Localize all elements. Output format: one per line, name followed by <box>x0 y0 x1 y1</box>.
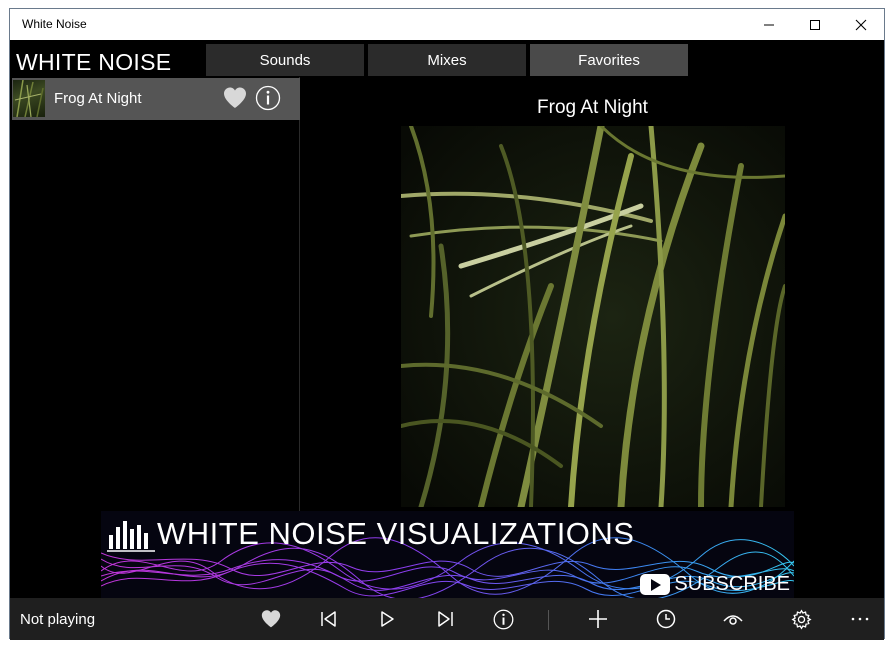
title-bar: White Noise <box>10 9 884 40</box>
previous-button[interactable] <box>309 598 349 640</box>
add-icon <box>589 610 607 628</box>
promo-banner[interactable]: WHITE NOISE VISUALIZATIONS SUBSCRIBE <box>101 511 794 598</box>
tab-sounds[interactable]: Sounds <box>206 44 364 76</box>
toolbar-divider <box>548 610 549 630</box>
skip-next-icon <box>438 611 453 627</box>
favorite-toggle[interactable] <box>222 86 248 115</box>
tab-favorites[interactable]: Favorites <box>530 44 688 76</box>
timer-button[interactable] <box>646 598 686 640</box>
close-button[interactable] <box>838 9 884 40</box>
settings-icon <box>790 608 812 630</box>
info-button[interactable] <box>255 85 281 116</box>
playback-status: Not playing <box>20 611 96 628</box>
heart-icon <box>224 87 246 108</box>
player-bar: Not playing <box>10 598 884 640</box>
maximize-icon <box>810 19 820 30</box>
minimize-icon <box>764 24 774 25</box>
settings-button[interactable] <box>781 598 821 640</box>
play-button[interactable] <box>367 598 407 640</box>
youtube-icon <box>640 574 671 595</box>
app-window: White Noise WHITE NOISE Sounds Mixes Fav… <box>9 8 885 640</box>
tab-mixes[interactable]: Mixes <box>368 44 526 76</box>
detail-title: Frog At Night <box>537 97 648 118</box>
list-item-label: Frog At Night <box>54 90 142 107</box>
info-icon <box>493 609 513 629</box>
info-icon <box>255 85 281 111</box>
app-title: WHITE NOISE <box>16 49 172 75</box>
timer-icon <box>656 609 676 629</box>
app-content: WHITE NOISE Sounds Mixes Favorites Frog … <box>10 40 884 640</box>
sound-image <box>401 126 785 507</box>
banner-headline: WHITE NOISE VISUALIZATIONS <box>157 516 635 551</box>
visualization-button[interactable] <box>713 598 753 640</box>
add-button[interactable] <box>578 598 618 640</box>
skip-previous-icon <box>321 611 336 627</box>
eye-icon <box>723 615 743 625</box>
equalizer-logo-icon <box>107 521 155 552</box>
play-icon <box>381 611 394 627</box>
info-button[interactable] <box>483 598 523 640</box>
subscribe-label: SUBSCRIBE <box>674 573 790 595</box>
list-item[interactable]: Frog At Night <box>12 78 300 120</box>
heart-icon <box>261 610 281 628</box>
favorite-button[interactable] <box>251 598 291 640</box>
next-button[interactable] <box>425 598 465 640</box>
more-icon <box>851 617 869 621</box>
maximize-button[interactable] <box>792 9 838 40</box>
sound-thumbnail <box>13 80 45 117</box>
window-title: White Noise <box>22 17 87 31</box>
close-icon <box>855 19 867 30</box>
more-button[interactable] <box>840 598 880 640</box>
subscribe-badge[interactable]: SUBSCRIBE <box>640 573 790 596</box>
minimize-button[interactable] <box>746 9 792 40</box>
